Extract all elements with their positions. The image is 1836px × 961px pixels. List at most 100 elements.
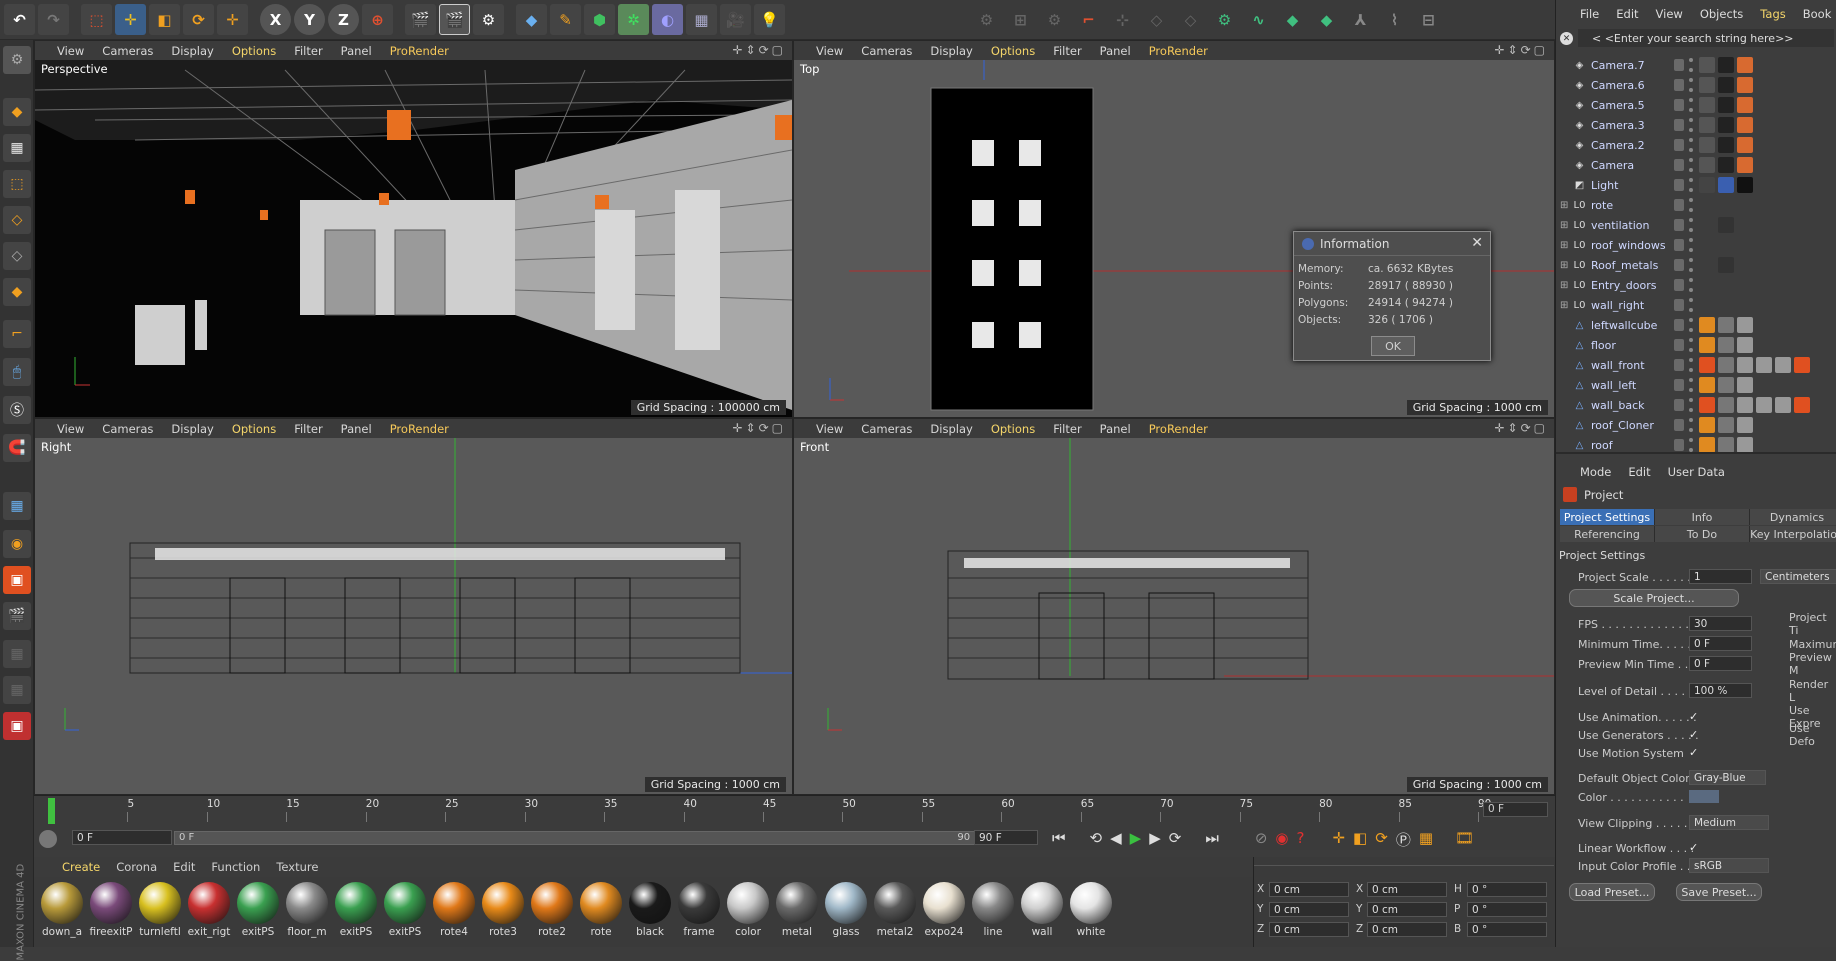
next-frame-icon[interactable]: ▶	[1149, 829, 1161, 850]
material-swatch[interactable]: down_a	[40, 882, 84, 938]
menu-filter[interactable]: Filter	[294, 422, 322, 436]
menu-display[interactable]: Display	[930, 44, 972, 58]
end-frame-field[interactable]: 90 F	[974, 830, 1038, 845]
menu-options[interactable]: Options	[232, 422, 276, 436]
position-x-field[interactable]: 0 cm	[1269, 882, 1349, 897]
tab-project-settings[interactable]: Project Settings	[1560, 509, 1655, 525]
warning-tag-icon[interactable]	[1699, 397, 1715, 413]
previous-frame-icon[interactable]: ◀	[1110, 829, 1122, 850]
target-tag-icon[interactable]	[1718, 57, 1734, 73]
check-tag-icon[interactable]	[1699, 177, 1715, 193]
edges-mode-icon[interactable]: ◇	[3, 242, 31, 270]
material-swatch[interactable]: exitPS	[383, 882, 427, 938]
points-mode-icon[interactable]: ◇	[3, 206, 31, 234]
tab-dynamics[interactable]: Dynamics	[1750, 509, 1836, 525]
rotation-p-field[interactable]: 0 °	[1467, 902, 1547, 917]
search-input[interactable]: < <Enter your search string here>>	[1578, 29, 1834, 47]
protection-tag-icon[interactable]	[1737, 117, 1753, 133]
expand-icon[interactable]: ⊞	[1560, 260, 1568, 271]
object-name[interactable]: Roof_metals	[1591, 259, 1658, 272]
move-icon[interactable]: ✛	[115, 4, 146, 35]
size-x-field[interactable]: 0 cm	[1367, 882, 1447, 897]
live-selection-icon[interactable]: ⬚	[81, 4, 112, 35]
texture-mode-icon[interactable]: ▦	[3, 134, 31, 162]
ok-button[interactable]: OK	[1371, 336, 1415, 356]
visibility-dots-icon[interactable]	[1689, 238, 1693, 252]
layer-icon[interactable]	[1674, 439, 1684, 451]
layer-icon[interactable]	[1674, 299, 1684, 311]
menu-user-data[interactable]: User Data	[1668, 465, 1725, 479]
layer-icon[interactable]	[1674, 79, 1684, 91]
menu-prorender[interactable]: ProRender	[390, 44, 449, 58]
visibility-dots-icon[interactable]	[1689, 58, 1693, 72]
menu-view[interactable]: View	[1656, 7, 1683, 21]
size-z-field[interactable]: 0 cm	[1367, 922, 1447, 937]
menu-mode[interactable]: Mode	[1580, 465, 1611, 479]
menu-panel[interactable]: Panel	[1100, 422, 1131, 436]
undo-icon[interactable]: ↶	[4, 4, 35, 35]
object-name[interactable]: Camera.2	[1591, 139, 1645, 152]
material-tag-icon[interactable]	[1718, 217, 1734, 233]
playhead[interactable]	[48, 798, 55, 824]
render-region-icon[interactable]: 🎬	[3, 602, 31, 630]
menu-prorender[interactable]: ProRender	[1149, 422, 1208, 436]
object-row[interactable]: △ wall_back	[1556, 395, 1836, 415]
menu-display[interactable]: Display	[171, 422, 213, 436]
layer-icon[interactable]: ▣	[3, 566, 31, 594]
viewport-top[interactable]: View Cameras Display Options Filter Pane…	[793, 40, 1555, 418]
pen-icon[interactable]: ✎	[550, 4, 581, 35]
object-row[interactable]: ◈ Camera.7	[1556, 55, 1836, 75]
expand-icon[interactable]: ⊞	[1560, 280, 1568, 291]
menu-objects[interactable]: Objects	[1700, 7, 1743, 21]
menu-prorender[interactable]: ProRender	[1149, 44, 1208, 58]
extrude-icon[interactable]: ◇	[1175, 4, 1206, 35]
layer-icon[interactable]	[1674, 219, 1684, 231]
viewport-nav-icons[interactable]: ✛⇕⟳▢	[732, 421, 786, 435]
close-icon[interactable]: ✕	[1560, 32, 1573, 45]
go-to-end-icon[interactable]: ⏭	[1205, 829, 1219, 850]
z-axis-lock-icon[interactable]: Z	[328, 4, 359, 35]
gear-green-icon[interactable]: ⚙	[1209, 4, 1240, 35]
timeline-window-icon[interactable]: 🎞	[1455, 829, 1474, 850]
object-name[interactable]: roof	[1591, 439, 1613, 452]
object-name[interactable]: Camera.3	[1591, 119, 1645, 132]
menu-prorender[interactable]: ProRender	[390, 422, 449, 436]
object-name[interactable]: Camera.5	[1591, 99, 1645, 112]
target-tag-icon[interactable]	[1718, 137, 1734, 153]
object-name[interactable]: leftwallcube	[1591, 319, 1657, 332]
material-tag-icon[interactable]	[1756, 397, 1772, 413]
key-param-icon[interactable]: Ⓟ	[1396, 829, 1411, 850]
subdivision-icon[interactable]: ⬢	[584, 4, 615, 35]
axis-icon[interactable]: ⌐	[1073, 4, 1104, 35]
phong-tag-icon[interactable]	[1699, 437, 1715, 453]
visibility-dots-icon[interactable]	[1689, 318, 1693, 332]
lod-field[interactable]: 100 %	[1689, 683, 1752, 698]
layer-icon[interactable]	[1674, 339, 1684, 351]
checker-tag-icon[interactable]	[1699, 97, 1715, 113]
enable-axis-icon[interactable]: ⌐	[3, 320, 31, 348]
material-swatch[interactable]: color	[726, 882, 770, 938]
material-swatch[interactable]: metal2	[873, 882, 917, 938]
target-tag-icon[interactable]	[1718, 157, 1734, 173]
previous-key-icon[interactable]: ⟲	[1090, 829, 1103, 850]
make-editable-icon[interactable]: ⚙	[3, 46, 31, 74]
object-row[interactable]: △ leftwallcube	[1556, 315, 1836, 335]
object-name[interactable]: Entry_doors	[1591, 279, 1656, 292]
cubes-green-icon[interactable]: ◆	[1311, 4, 1342, 35]
visibility-dots-icon[interactable]	[1689, 78, 1693, 92]
object-row[interactable]: ⊞ L0 Entry_doors	[1556, 275, 1836, 295]
key-scale-icon[interactable]: ◧	[1353, 829, 1367, 850]
rotate-icon[interactable]: ⟳	[183, 4, 214, 35]
object-row[interactable]: △ wall_front	[1556, 355, 1836, 375]
visibility-dots-icon[interactable]	[1689, 358, 1693, 372]
quantize-icon[interactable]: ⚙	[1039, 4, 1070, 35]
material-tag-icon[interactable]	[1775, 357, 1791, 373]
frame-range-slider[interactable]: 0 F 90 F	[174, 831, 984, 845]
object-row[interactable]: ◈ Camera	[1556, 155, 1836, 175]
object-row[interactable]: ◈ Camera.3	[1556, 115, 1836, 135]
autokey-icon[interactable]: ◉	[1275, 829, 1288, 850]
object-name[interactable]: floor	[1591, 339, 1616, 352]
keyframe-selection-icon[interactable]: ?	[1297, 829, 1305, 850]
material-swatch[interactable]: rote	[579, 882, 623, 938]
default-color-dropdown[interactable]: Gray-Blue	[1689, 770, 1766, 785]
